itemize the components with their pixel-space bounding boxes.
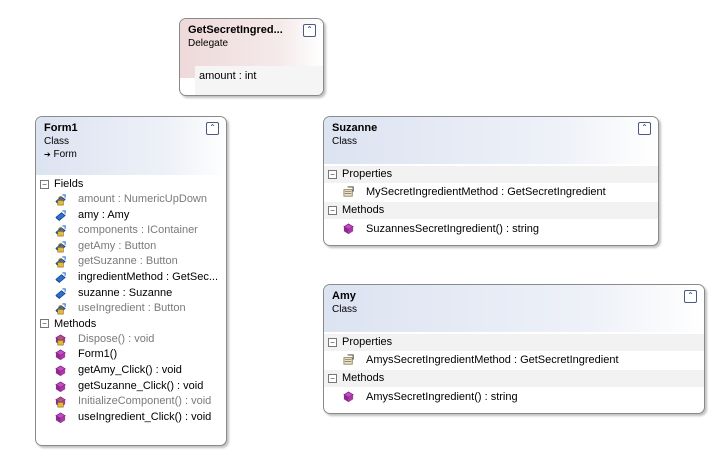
amy-body: − Properties AmysSecretIngredientMethod :… [324, 332, 704, 411]
property-icon [343, 354, 354, 365]
class-amy[interactable]: Amy Class ⌃ − Properties AmysSecretIngred… [323, 284, 705, 414]
method-item[interactable]: InitializeComponent() : void [36, 394, 226, 410]
method-item[interactable]: Form1() [36, 347, 226, 363]
class-suzanne[interactable]: Suzanne Class ⌃ − Properties MySecretIngr… [323, 116, 659, 246]
form1-body: − Fields amount : NumericUpDown amy : Amy… [36, 175, 226, 429]
form1-methods-section[interactable]: − Methods [36, 317, 226, 332]
private-field-icon [55, 256, 66, 269]
field-item[interactable]: getSuzanne : Button [36, 254, 226, 270]
field-item[interactable]: getAmy : Button [36, 239, 226, 255]
method-item[interactable]: Dispose() : void [36, 332, 226, 348]
amy-properties-section[interactable]: − Properties [324, 334, 704, 351]
method-item[interactable]: getAmy_Click() : void [36, 363, 226, 379]
section-label: Methods [342, 372, 385, 384]
field-label: suzanne : Suzanne [78, 286, 173, 299]
form1-fields-section[interactable]: − Fields [36, 177, 226, 192]
field-label: components : IContainer [78, 224, 198, 237]
field-label: useIngredient : Button [78, 302, 186, 315]
field-label: amy : Amy [78, 208, 130, 221]
property-item[interactable]: MySecretIngredientMethod : GetSecretIngr… [324, 183, 658, 202]
class-form1[interactable]: Form1 Class ➔ Form ⌃ − Fields amount : Nu… [35, 116, 227, 446]
form1-title: Form1 [44, 122, 78, 134]
suzanne-methods-section[interactable]: − Methods [324, 202, 658, 219]
field-item[interactable]: suzanne : Suzanne [36, 286, 226, 302]
amy-title: Amy [332, 290, 356, 302]
field-item[interactable]: useIngredient : Button [36, 301, 226, 317]
field-item[interactable]: components : IContainer [36, 223, 226, 239]
section-label: Properties [342, 336, 393, 348]
collapse-section-icon[interactable]: − [328, 373, 337, 383]
collapse-icon[interactable]: ⌃ [638, 122, 651, 135]
method-icon [55, 380, 66, 393]
suzanne-title: Suzanne [332, 122, 378, 134]
form1-header: Form1 Class ➔ Form ⌃ [36, 117, 226, 175]
section-label: Fields [54, 178, 84, 190]
collapse-section-icon[interactable]: − [328, 337, 337, 347]
delegate-param: amount : int [199, 70, 257, 82]
field-item[interactable]: ingredientMethod : GetSec... [36, 270, 226, 286]
suzanne-header: Suzanne Class ⌃ [324, 117, 658, 164]
delegate-title: GetSecretIngred... [188, 24, 283, 36]
amy-header: Amy Class ⌃ [324, 285, 704, 332]
field-label: getSuzanne : Button [78, 255, 178, 268]
inherit-arrow-icon: ➔ [44, 150, 51, 159]
collapse-section-icon[interactable]: − [40, 179, 49, 189]
method-label: AmysSecretIngredient() : string [366, 391, 518, 403]
private-field-icon [55, 225, 66, 237]
collapse-icon[interactable]: ⌃ [206, 122, 219, 135]
collapse-icon[interactable]: ⌃ [684, 290, 697, 303]
method-label: InitializeComponent() : void [78, 395, 212, 408]
field-label: ingredientMethod : GetSec... [78, 270, 219, 283]
amy-methods-section[interactable]: − Methods [324, 370, 704, 387]
property-item[interactable]: AmysSecretIngredientMethod : GetSecretIn… [324, 351, 704, 370]
field-icon [55, 287, 66, 300]
form1-base: ➔ Form [44, 148, 218, 162]
method-icon [55, 412, 66, 424]
method-label: useIngredient_Click() : void [78, 410, 212, 423]
field-label: getAmy : Button [78, 239, 157, 252]
method-item[interactable]: getSuzanne_Click() : void [36, 379, 226, 395]
form1-base-name: Form [53, 149, 77, 160]
collapse-section-icon[interactable]: − [328, 205, 337, 215]
private-field-icon [55, 303, 66, 315]
method-item[interactable]: SuzannesSecretIngredient() : string [324, 219, 658, 239]
section-label: Properties [342, 168, 393, 180]
method-label: SuzannesSecretIngredient() : string [366, 223, 540, 235]
protected-method-icon [55, 334, 66, 346]
section-label: Methods [54, 317, 97, 330]
method-icon [55, 349, 66, 361]
collapse-section-icon[interactable]: − [40, 319, 49, 329]
form1-stereotype: Class [44, 136, 70, 147]
method-label: Form1() [78, 348, 118, 361]
collapse-section-icon[interactable]: − [328, 169, 337, 179]
method-label: getSuzanne_Click() : void [78, 379, 204, 392]
private-field-icon [55, 194, 66, 206]
section-label: Methods [342, 204, 385, 216]
collapse-icon[interactable]: ⌃ [303, 24, 316, 37]
method-icon [343, 391, 354, 403]
method-icon [55, 365, 66, 377]
field-item[interactable]: amount : NumericUpDown [36, 192, 226, 208]
field-icon [55, 209, 66, 222]
field-label: amount : NumericUpDown [78, 193, 207, 205]
property-icon [343, 186, 354, 197]
suzanne-properties-section[interactable]: − Properties [324, 166, 658, 183]
method-item[interactable]: AmysSecretIngredient() : string [324, 387, 704, 407]
field-icon [55, 272, 66, 284]
method-label: getAmy_Click() : void [78, 363, 182, 376]
private-field-icon [55, 241, 66, 253]
method-item[interactable]: useIngredient_Click() : void [36, 410, 226, 426]
suzanne-body: − Properties MySecretIngredientMethod : G… [324, 164, 658, 243]
field-item[interactable]: amy : Amy [36, 208, 226, 224]
delegate-stereotype: Delegate [188, 38, 229, 49]
private-method-icon [55, 396, 66, 408]
method-label: Dispose() : void [78, 332, 155, 345]
property-label: MySecretIngredientMethod : GetSecretIngr… [366, 186, 606, 198]
delegate-getsecretingredient[interactable]: GetSecretIngred... Delegate ⌃ amount : i… [179, 18, 324, 96]
method-icon [343, 223, 354, 235]
suzanne-stereotype: Class [332, 136, 358, 147]
property-label: AmysSecretIngredientMethod : GetSecretIn… [366, 354, 619, 366]
amy-stereotype: Class [332, 304, 358, 315]
